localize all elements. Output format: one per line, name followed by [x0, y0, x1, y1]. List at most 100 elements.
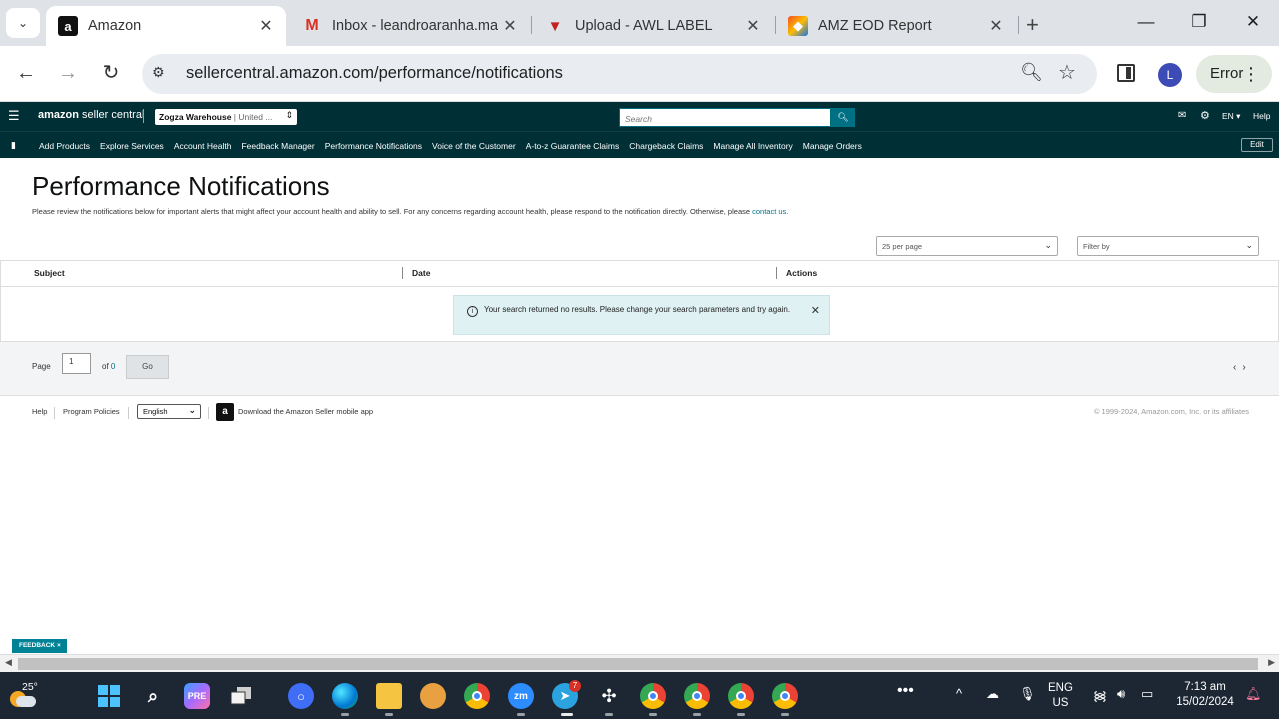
tab-amz-eod-report[interactable]: ◆ AMZ EOD Report ✕ [776, 6, 1016, 46]
volume-icon[interactable]: 🔊︎ [1117, 686, 1125, 702]
amazon-app-icon[interactable]: a [216, 403, 234, 421]
close-icon[interactable]: ✕ [811, 304, 820, 317]
new-tab-plus-icon[interactable]: + [1026, 12, 1039, 38]
clock[interactable]: 7:13 am 15/02/2024 [1172, 681, 1238, 708]
error-label: Error [1210, 65, 1244, 82]
notification-bell-icon[interactable]: 🔔︎ [1245, 686, 1262, 702]
settings-gear-icon[interactable]: ⚙ [1200, 109, 1210, 122]
edit-nav-button[interactable]: Edit [1241, 138, 1273, 152]
footer-help-link[interactable]: Help [32, 407, 47, 416]
store-name: Zogza Warehouse [159, 112, 232, 122]
mail-icon[interactable]: ✉ [1178, 110, 1186, 121]
language-menu[interactable]: EN ▾ [1222, 111, 1240, 122]
microphone-icon[interactable]: 🎙︎ [1019, 686, 1036, 702]
feedback-close-icon[interactable]: × [57, 642, 61, 649]
page-total: of 0 [102, 362, 115, 371]
nav-feedback-manager[interactable]: Feedback Manager [241, 141, 314, 151]
search-icon: 🔍︎ [837, 112, 849, 122]
forward-arrow-icon[interactable]: → [56, 61, 80, 85]
tab-search-button[interactable]: ⌄ [6, 8, 40, 38]
edge-icon[interactable] [332, 683, 358, 709]
nav-a-to-z-claims[interactable]: A-to-z Guarantee Claims [526, 141, 620, 151]
minimize-icon[interactable]: — [1134, 12, 1158, 32]
footer-policies-link[interactable]: Program Policies [63, 407, 120, 416]
scrollbar-thumb[interactable] [18, 658, 1258, 670]
per-page-select[interactable]: 25 per page ⌄ [876, 236, 1058, 256]
side-panel-icon[interactable] [1117, 64, 1135, 82]
feedback-tab[interactable]: FEEDBACK × [12, 639, 67, 653]
chrome-profile-3-icon[interactable] [684, 683, 710, 709]
site-settings-icon[interactable]: ⚙ [152, 64, 174, 84]
copilot-icon[interactable]: PRE [184, 683, 210, 709]
nav-voice-of-customer[interactable]: Voice of the Customer [432, 141, 516, 151]
column-date[interactable]: Date [412, 268, 430, 278]
hamburger-menu-icon[interactable]: ☰ [8, 108, 20, 124]
nav-performance-notifications[interactable]: Performance Notifications [325, 141, 422, 151]
search-input[interactable] [620, 110, 830, 128]
close-tab-icon[interactable]: ✕ [984, 16, 1008, 36]
error-menu-button[interactable]: Error ⋮ [1196, 55, 1272, 93]
close-window-icon[interactable]: ✕ [1241, 12, 1265, 32]
tab-title: AMZ EOD Report [818, 18, 932, 34]
zoom-app-icon[interactable]: zm [508, 683, 534, 709]
file-explorer-icon[interactable] [376, 683, 402, 709]
store-selector[interactable]: Zogza Warehouse | United ... ⇕ [155, 109, 297, 125]
chevron-right-icon[interactable]: › [1242, 362, 1251, 373]
page-number-input[interactable]: 1 [62, 353, 91, 374]
chevron-left-icon[interactable]: ‹ [1233, 362, 1242, 373]
chevron-up-icon[interactable]: ^ [956, 686, 962, 701]
close-tab-icon[interactable]: ✕ [741, 16, 765, 36]
close-tab-icon[interactable]: ✕ [498, 16, 522, 36]
go-button[interactable]: Go [126, 355, 169, 379]
chrome-icon[interactable] [464, 683, 490, 709]
url-text[interactable]: sellercentral.amazon.com/performance/not… [186, 64, 563, 83]
chrome-profile-4-icon[interactable] [728, 683, 754, 709]
bookmark-icon[interactable]: ▮ [11, 140, 16, 151]
nav-account-health[interactable]: Account Health [174, 141, 232, 151]
address-bar[interactable]: ⚙ sellercentral.amazon.com/performance/n… [142, 54, 1097, 94]
bookmark-star-icon[interactable]: ☆ [1058, 60, 1076, 85]
onedrive-offline-icon[interactable]: ☁ [986, 686, 999, 702]
help-link[interactable]: Help [1253, 111, 1270, 121]
scroll-left-icon[interactable]: ◀ [5, 657, 12, 668]
chevron-down-icon: ⌄ [1044, 240, 1052, 250]
task-view-icon[interactable] [228, 683, 254, 709]
more-apps-icon[interactable]: ••• [897, 682, 914, 700]
footer-language-select[interactable]: English ⌄ [137, 404, 201, 419]
windows-start-icon[interactable] [96, 683, 122, 709]
battery-icon[interactable]: ▭ [1141, 686, 1153, 702]
restore-icon[interactable]: ❐ [1187, 12, 1211, 32]
tab-awl-label[interactable]: ▼ Upload - AWL LABEL ✕ [533, 6, 773, 46]
nav-manage-inventory[interactable]: Manage All Inventory [713, 141, 792, 151]
column-subject[interactable]: Subject [34, 268, 65, 278]
wifi-icon[interactable]: ᯼ [1093, 686, 1107, 704]
nav-explore-services[interactable]: Explore Services [100, 141, 164, 151]
weather-widget[interactable]: 25° [8, 681, 38, 711]
back-arrow-icon[interactable]: ← [14, 61, 38, 85]
taskbar-search-icon[interactable]: ⌕ [140, 683, 166, 709]
tab-amazon[interactable]: a Amazon ✕ [46, 6, 286, 46]
gimp-icon[interactable] [420, 683, 446, 709]
zoom-magnifier-icon[interactable]: 🔍︎ [1020, 62, 1043, 83]
profile-avatar[interactable]: L [1158, 63, 1182, 87]
reload-icon[interactable]: ↻ [99, 61, 123, 85]
chat-app-icon[interactable]: ○ [288, 683, 314, 709]
footer-app-link[interactable]: Download the Amazon Seller mobile app [238, 407, 373, 416]
search-button[interactable]: 🔍︎ [831, 108, 855, 127]
nav-manage-orders[interactable]: Manage Orders [803, 141, 862, 151]
contact-us-link[interactable]: contact us. [752, 207, 788, 216]
scroll-right-icon[interactable]: ▶ [1268, 657, 1275, 668]
chrome-profile-2-icon[interactable] [640, 683, 666, 709]
seller-central-logo[interactable]: amazon seller central [38, 109, 144, 121]
slack-icon[interactable]: ✣ [596, 683, 622, 709]
nav-chargeback-claims[interactable]: Chargeback Claims [629, 141, 703, 151]
nav-add-products[interactable]: Add Products [39, 141, 90, 151]
tab-gmail[interactable]: M Inbox - leandroaranha.ma ✕ [290, 6, 530, 46]
search-box[interactable] [619, 108, 831, 128]
filter-by-select[interactable]: Filter by ⌄ [1077, 236, 1259, 256]
chrome-profile-5-icon[interactable] [772, 683, 798, 709]
language-indicator[interactable]: ENG US [1048, 682, 1073, 709]
close-tab-icon[interactable]: ✕ [254, 16, 278, 36]
horizontal-scrollbar[interactable]: ◀ ▶ [0, 654, 1279, 672]
gmail-favicon-icon: M [305, 17, 319, 34]
